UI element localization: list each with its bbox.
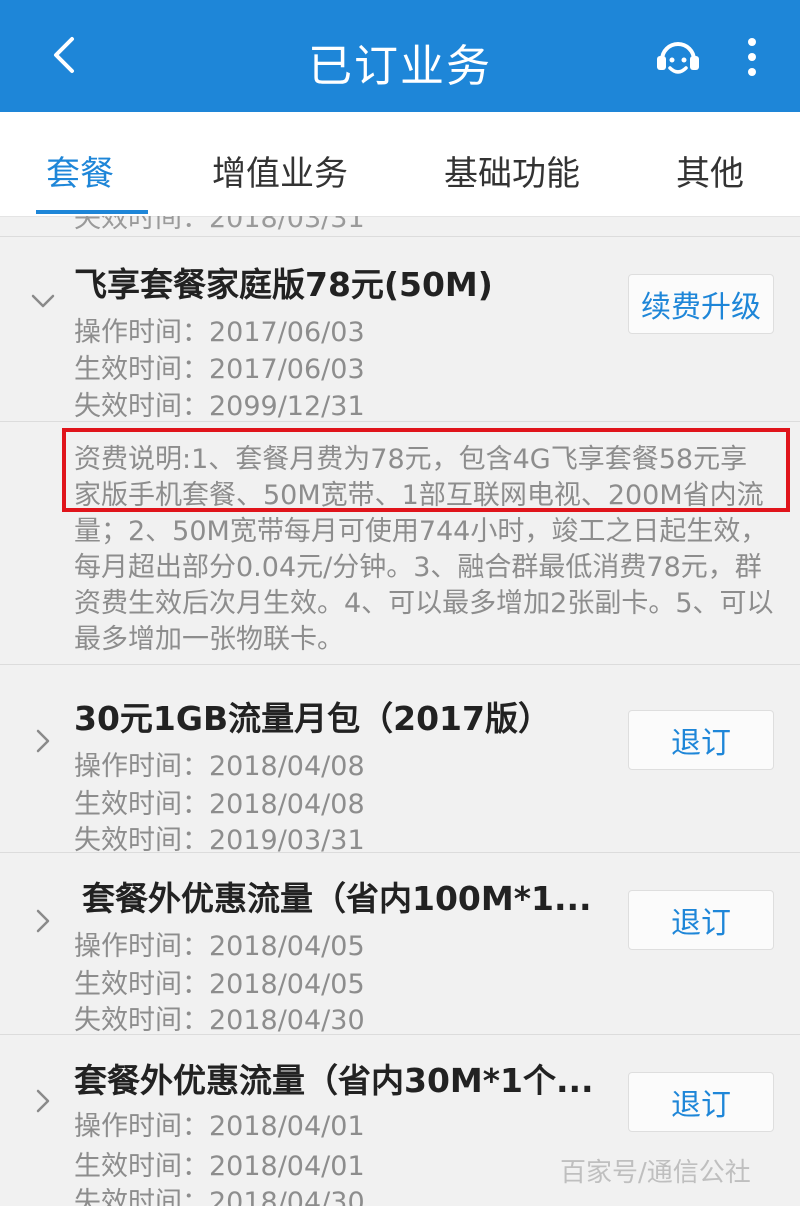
effective-time: 生效时间：2017/06/03 xyxy=(74,354,365,385)
operation-time: 操作时间：2018/04/01 xyxy=(74,1111,365,1142)
item-title[interactable]: 套餐外优惠流量（省内100M*1... xyxy=(82,872,592,920)
subscription-list[interactable]: 失效时间：2018/03/31 飞享套餐家庭版78元(50M) 操作时间：201… xyxy=(0,216,800,1206)
expiry-time: 失效时间：2018/04/30 xyxy=(74,1187,365,1206)
operation-time: 操作时间：2018/04/08 xyxy=(74,751,365,782)
item-title[interactable]: 飞享套餐家庭版78元(50M) xyxy=(74,258,493,306)
unsubscribe-button[interactable]: 退订 xyxy=(628,710,774,770)
operation-time: 操作时间：2017/06/03 xyxy=(74,317,365,348)
item-title[interactable]: 套餐外优惠流量（省内30M*1个... xyxy=(74,1054,594,1102)
tab-other[interactable]: 其他 xyxy=(676,146,744,195)
app-bar: 已订业务 xyxy=(0,0,800,112)
chevron-down-icon[interactable] xyxy=(30,288,56,314)
effective-time: 生效时间：2018/04/08 xyxy=(74,789,365,820)
partial-row-text: 失效时间：2018/03/31 xyxy=(74,216,365,234)
more-menu-button[interactable] xyxy=(732,32,772,84)
tab-basic-functions[interactable]: 基础功能 xyxy=(444,146,580,195)
divider xyxy=(0,664,800,665)
divider xyxy=(0,236,800,237)
divider xyxy=(0,421,800,422)
watermark: 百家号/通信公社 xyxy=(560,1158,751,1188)
divider xyxy=(0,1034,800,1035)
effective-time: 生效时间：2018/04/05 xyxy=(74,969,365,1000)
customer-service-button[interactable] xyxy=(652,32,704,84)
unsubscribe-button[interactable]: 退订 xyxy=(628,1072,774,1132)
active-tab-indicator xyxy=(36,210,148,214)
renew-upgrade-button[interactable]: 续费升级 xyxy=(628,274,774,334)
expiry-time: 失效时间：2099/12/31 xyxy=(74,391,365,422)
tab-package[interactable]: 套餐 xyxy=(46,146,114,195)
item-title[interactable]: 30元1GB流量月包（2017版） xyxy=(74,692,551,740)
chevron-right-icon[interactable] xyxy=(30,728,56,754)
chevron-right-icon[interactable] xyxy=(30,908,56,934)
more-vertical-icon xyxy=(748,38,756,76)
tab-bar: 套餐 增值业务 基础功能 其他 xyxy=(0,112,800,217)
tab-value-added[interactable]: 增值业务 xyxy=(212,146,348,195)
unsubscribe-button[interactable]: 退订 xyxy=(628,890,774,950)
operation-time: 操作时间：2018/04/05 xyxy=(74,931,365,962)
expiry-time: 失效时间：2018/04/30 xyxy=(74,1005,365,1036)
divider xyxy=(0,852,800,853)
highlight-box xyxy=(62,428,790,512)
customer-service-icon xyxy=(657,42,699,74)
effective-time: 生效时间：2018/04/01 xyxy=(74,1151,365,1182)
chevron-right-icon[interactable] xyxy=(30,1088,56,1114)
